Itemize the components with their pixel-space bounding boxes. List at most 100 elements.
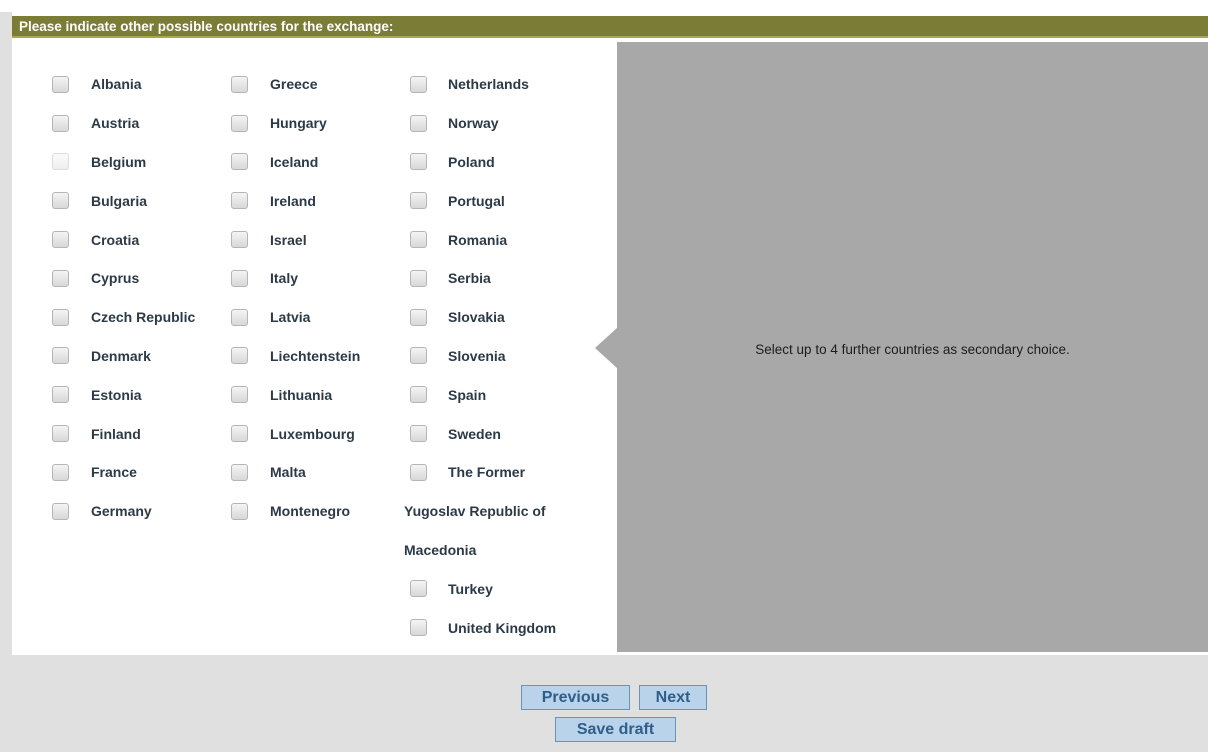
checkbox[interactable]: [410, 153, 427, 171]
checkbox[interactable]: [231, 75, 248, 93]
checkbox[interactable]: [52, 425, 69, 443]
next-button[interactable]: Next: [639, 685, 707, 710]
country-option[interactable]: Czech Republic: [52, 298, 195, 337]
checkbox[interactable]: [52, 192, 69, 210]
country-option[interactable]: Greece: [231, 65, 360, 104]
country-label: Greece: [270, 76, 318, 93]
country-option[interactable]: Iceland: [231, 143, 360, 182]
checkbox[interactable]: [410, 231, 427, 249]
checkbox[interactable]: [52, 463, 69, 481]
country-option[interactable]: Spain: [404, 375, 556, 414]
country-option[interactable]: Hungary: [231, 104, 360, 143]
country-option[interactable]: Albania: [52, 65, 195, 104]
country-column-1: Albania Austria Belgium Bulgaria Croatia…: [52, 65, 195, 531]
country-option[interactable]: Israel: [231, 220, 360, 259]
checkbox[interactable]: [410, 347, 427, 365]
country-option[interactable]: Liechtenstein: [231, 337, 360, 376]
country-option[interactable]: France: [52, 453, 195, 492]
country-option[interactable]: Montenegro: [231, 492, 360, 531]
save-draft-button[interactable]: Save draft: [555, 717, 676, 742]
country-label: Spain: [448, 386, 487, 403]
country-option[interactable]: Serbia: [404, 259, 556, 298]
country-option[interactable]: United Kingdom: [404, 608, 556, 647]
checkbox[interactable]: [52, 114, 69, 132]
country-option[interactable]: Germany: [52, 492, 195, 531]
checkbox[interactable]: [231, 463, 248, 481]
country-label: Latvia: [270, 309, 311, 326]
checkbox[interactable]: [231, 386, 248, 404]
country-option[interactable]: Portugal: [404, 181, 556, 220]
country-option[interactable]: Belgium: [52, 143, 195, 182]
checkbox[interactable]: [410, 619, 427, 637]
checkbox[interactable]: [231, 502, 248, 520]
checkbox[interactable]: [410, 75, 427, 93]
country-option[interactable]: Netherlands: [404, 65, 556, 104]
checkbox[interactable]: [410, 308, 427, 326]
country-option[interactable]: Malta: [231, 453, 360, 492]
country-label: Italy: [270, 270, 299, 287]
country-label: Germany: [91, 503, 152, 520]
country-label: Israel: [270, 231, 307, 248]
section-header: Please indicate other possible countries…: [12, 16, 1208, 38]
country-label: Turkey: [448, 580, 493, 597]
checkbox[interactable]: [52, 347, 69, 365]
country-option[interactable]: Croatia: [52, 220, 195, 259]
checkbox[interactable]: [410, 580, 427, 598]
country-option[interactable]: Romania: [404, 220, 556, 259]
country-label: Croatia: [91, 231, 140, 248]
country-option[interactable]: Italy: [231, 259, 360, 298]
checkbox[interactable]: [410, 269, 427, 287]
checkbox[interactable]: [52, 75, 69, 93]
checkbox[interactable]: [231, 192, 248, 210]
country-option[interactable]: Latvia: [231, 298, 360, 337]
country-option[interactable]: Lithuania: [231, 375, 360, 414]
checkbox[interactable]: [52, 269, 69, 287]
country-option[interactable]: Ireland: [231, 181, 360, 220]
country-option[interactable]: Finland: [52, 414, 195, 453]
country-label: Bulgaria: [91, 192, 148, 209]
country-option[interactable]: Austria: [52, 104, 195, 143]
country-option[interactable]: Estonia: [52, 375, 195, 414]
checkbox[interactable]: [52, 153, 69, 171]
country-option[interactable]: Turkey: [404, 569, 556, 608]
country-option[interactable]: The Former: [404, 453, 556, 492]
country-label: Czech Republic: [91, 309, 196, 326]
checkbox[interactable]: [231, 153, 248, 171]
checkbox[interactable]: [231, 347, 248, 365]
country-option[interactable]: Sweden: [404, 414, 556, 453]
country-label: Luxembourg: [270, 425, 355, 442]
country-option[interactable]: Slovakia: [404, 298, 556, 337]
country-label: Norway: [448, 115, 499, 132]
checkbox[interactable]: [410, 114, 427, 132]
country-option[interactable]: Denmark: [52, 337, 195, 376]
country-option[interactable]: Cyprus: [52, 259, 195, 298]
country-option[interactable]: Slovenia: [404, 337, 556, 376]
country-label: Hungary: [270, 115, 327, 132]
checkbox[interactable]: [410, 425, 427, 443]
checkbox[interactable]: [231, 308, 248, 326]
country-label: The Former: [448, 464, 526, 481]
previous-button[interactable]: Previous: [521, 685, 630, 710]
country-label: Slovenia: [448, 347, 506, 364]
country-label: Poland: [448, 153, 495, 170]
country-option[interactable]: Norway: [404, 104, 556, 143]
country-label-continued: Macedonia: [404, 541, 477, 558]
checkbox[interactable]: [410, 192, 427, 210]
checkbox[interactable]: [231, 114, 248, 132]
country-column-3: Netherlands Norway Poland Portugal Roman…: [404, 65, 556, 647]
top-strip: [0, 0, 1208, 12]
country-option[interactable]: Poland: [404, 143, 556, 182]
checkbox[interactable]: [52, 386, 69, 404]
country-label-continued: Yugoslav Republic of: [404, 502, 546, 519]
country-option[interactable]: Luxembourg: [231, 414, 360, 453]
checkbox[interactable]: [52, 308, 69, 326]
checkbox[interactable]: [231, 231, 248, 249]
checkbox[interactable]: [52, 502, 69, 520]
checkbox[interactable]: [231, 425, 248, 443]
checkbox[interactable]: [52, 231, 69, 249]
checkbox[interactable]: [231, 269, 248, 287]
country-option[interactable]: Bulgaria: [52, 181, 195, 220]
country-label: Serbia: [448, 270, 491, 287]
checkbox[interactable]: [410, 463, 427, 481]
checkbox[interactable]: [410, 386, 427, 404]
